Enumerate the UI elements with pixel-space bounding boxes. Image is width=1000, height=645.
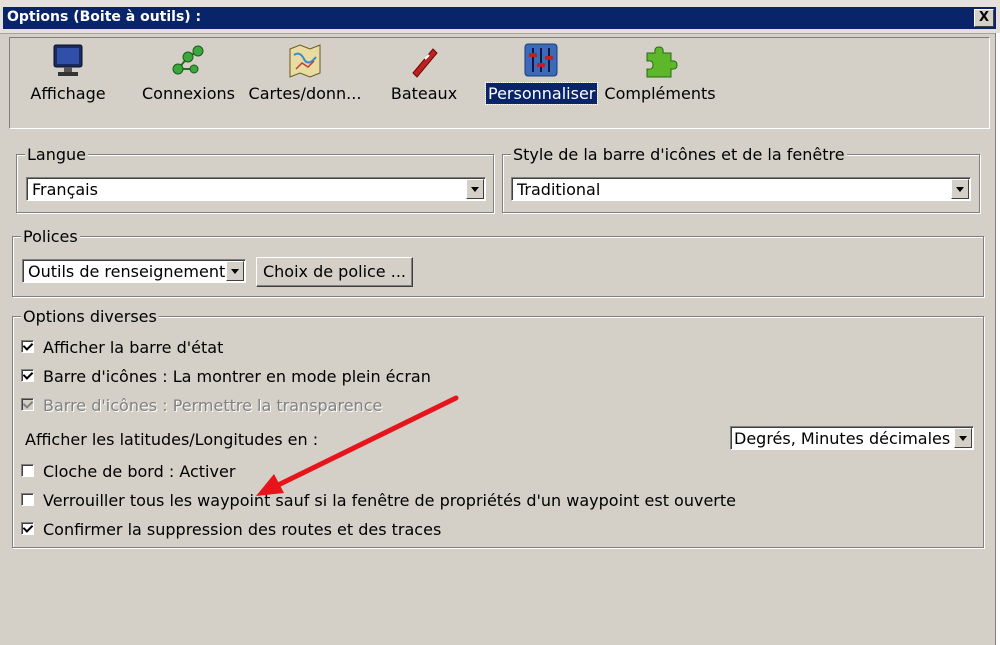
checkbox-cloche[interactable] — [21, 464, 34, 477]
checkbox-plein-ecran[interactable] — [21, 369, 34, 382]
tab-connexions[interactable]: Connexions — [142, 38, 235, 118]
tab-personnaliser-label: Personnaliser — [484, 82, 599, 105]
polices-select[interactable]: Outils de renseignement — [22, 259, 246, 283]
tab-personnaliser[interactable]: Personnaliser — [484, 38, 599, 118]
style-select-value: Traditional — [517, 180, 601, 199]
tab-affichage[interactable]: Affichage — [28, 38, 108, 118]
tab-cartes[interactable]: Cartes/donn... — [248, 38, 362, 118]
style-dropdown-button[interactable] — [951, 179, 969, 199]
title-bar: Options (Boite à outils) : X — [0, 0, 1000, 34]
langue-group: Langue Français — [16, 145, 494, 213]
polices-dropdown-button[interactable] — [226, 261, 244, 281]
langue-dropdown-button[interactable] — [466, 179, 484, 199]
langue-legend: Langue — [25, 145, 88, 164]
checkbox-barre-etat[interactable] — [21, 340, 34, 353]
style-group: Style de la barre d'icônes et de la fenê… — [502, 145, 980, 213]
sliders-icon — [524, 43, 558, 77]
monitor-icon — [53, 44, 83, 76]
puzzle-icon — [646, 46, 678, 78]
tab-bateaux[interactable]: Bateaux — [384, 38, 464, 118]
polices-group: Polices Outils de renseignement Choix de… — [12, 227, 984, 297]
latlon-dropdown-button[interactable] — [954, 428, 972, 448]
polices-select-value: Outils de renseignement — [28, 262, 226, 281]
connections-icon — [172, 45, 204, 75]
boat-icon — [412, 48, 438, 78]
checkbox-barre-etat-label: Afficher la barre d'état — [43, 338, 224, 357]
options-toolbar: Affichage Connexions Cartes/donn... Bate… — [9, 37, 990, 129]
charts-icon — [289, 44, 321, 78]
style-legend: Style de la barre d'icônes et de la fenê… — [511, 145, 847, 164]
latlon-select-value: Degrés, Minutes décimales — [734, 429, 951, 448]
window-title: Options (Boite à outils) : — [7, 9, 202, 25]
red-arrow-annotation — [256, 395, 459, 496]
tab-connexions-label: Connexions — [142, 84, 235, 103]
options-legend: Options diverses — [21, 307, 159, 326]
tab-cartes-label: Cartes/donn... — [248, 84, 362, 103]
checkbox-transparence — [21, 398, 34, 411]
style-select[interactable]: Traditional — [511, 177, 971, 201]
polices-legend: Polices — [21, 227, 80, 246]
window-right-edge — [995, 33, 1000, 645]
checkbox-confirmer[interactable] — [21, 522, 34, 535]
latlon-select[interactable]: Degrés, Minutes décimales — [730, 426, 974, 450]
tab-affichage-label: Affichage — [30, 84, 106, 103]
checkbox-confirmer-label: Confirmer la suppression des routes et d… — [43, 520, 442, 539]
tab-complements[interactable]: Compléments — [604, 38, 716, 118]
choix-police-button[interactable]: Choix de police ... — [256, 257, 413, 287]
langue-select-value: Français — [32, 180, 98, 199]
tab-personnaliser-text: Personnaliser — [484, 82, 599, 105]
tab-bateaux-label: Bateaux — [390, 84, 458, 103]
checkbox-verrouiller[interactable] — [21, 493, 34, 506]
tab-complements-label: Compléments — [604, 84, 716, 103]
close-button[interactable]: X — [974, 9, 994, 27]
langue-select[interactable]: Français — [26, 177, 486, 201]
checkbox-plein-ecran-label: Barre d'icônes : La montrer en mode plei… — [43, 367, 431, 386]
checkbox-cloche-label: Cloche de bord : Activer — [43, 462, 236, 481]
title-bar-active: Options (Boite à outils) : — [3, 7, 996, 29]
